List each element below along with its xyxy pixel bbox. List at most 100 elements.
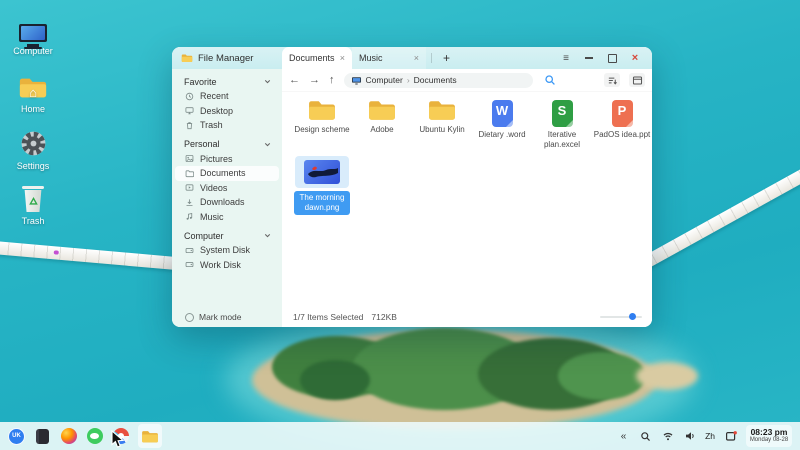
- wallpaper-bridge-left: [0, 240, 187, 271]
- sidebar-item-videos[interactable]: Videos: [172, 181, 282, 196]
- file-adobe[interactable]: Adobe: [352, 98, 412, 150]
- sidebar-item-desktop[interactable]: Desktop: [172, 104, 282, 119]
- file-dietary-word[interactable]: W Dietary .word: [472, 98, 532, 150]
- desktop-icon-label: Home: [2, 104, 64, 114]
- window-menu-icon[interactable]: ≡: [560, 52, 572, 64]
- system-tray: « Zh 08:23 pm Monday 08-28: [617, 425, 792, 447]
- music-icon: [185, 212, 194, 221]
- zoom-slider[interactable]: [600, 316, 642, 318]
- taskbar-messenger[interactable]: [86, 428, 103, 445]
- breadcrumb-root[interactable]: Computer: [366, 75, 403, 85]
- tab-close-icon[interactable]: ×: [340, 53, 345, 63]
- file-design-scheme[interactable]: Design scheme: [292, 98, 352, 150]
- up-button[interactable]: ↑: [329, 75, 335, 86]
- tray-search-button[interactable]: [639, 430, 652, 443]
- taskbar-browser[interactable]: [60, 428, 77, 445]
- maximize-icon[interactable]: [606, 52, 618, 64]
- sidebar-section-computer[interactable]: Computer: [172, 228, 282, 243]
- tray-volume-button[interactable]: [683, 430, 696, 443]
- chevron-down-icon[interactable]: [263, 140, 272, 149]
- ubuntu-kylin-logo-icon: UK: [8, 428, 25, 445]
- start-menu-button[interactable]: UK: [8, 428, 25, 445]
- desktop: Computer ⌂ Home Settings Trash File Mana…: [0, 0, 800, 450]
- ppt-file-icon: P: [612, 100, 633, 127]
- desktop-icon-trash[interactable]: Trash: [2, 182, 64, 226]
- trash-icon: [185, 121, 194, 130]
- sidebar-item-trash[interactable]: Trash: [172, 118, 282, 133]
- tab-divider: [431, 53, 432, 63]
- sidebar: Favorite Recent Desktop Trash Personal: [172, 69, 282, 327]
- folder-icon: [367, 98, 397, 122]
- tab-label: Music: [359, 53, 383, 63]
- sidebar-item-downloads[interactable]: Downloads: [172, 195, 282, 210]
- sort-icon: [607, 75, 618, 86]
- sidebar-item-recent[interactable]: Recent: [172, 89, 282, 104]
- tab-close-icon[interactable]: ×: [414, 53, 419, 63]
- settings-gear-icon: [20, 130, 47, 157]
- breadcrumb-separator: ›: [407, 75, 410, 85]
- clock-widget[interactable]: 08:23 pm Monday 08-28: [746, 425, 792, 447]
- sidebar-item-documents[interactable]: Documents: [175, 166, 279, 181]
- sidebar-section-favorite[interactable]: Favorite: [172, 74, 282, 89]
- new-tab-button[interactable]: +: [437, 51, 456, 65]
- tab-music[interactable]: Music ×: [352, 47, 426, 69]
- selected-thumbnail-highlight: [295, 156, 349, 188]
- tab-documents[interactable]: Documents ×: [282, 47, 352, 69]
- back-button[interactable]: ←: [289, 75, 300, 86]
- breadcrumb-current[interactable]: Documents: [414, 75, 457, 85]
- chevron-down-icon[interactable]: [263, 77, 272, 86]
- home-folder-icon: ⌂: [18, 75, 48, 100]
- tab-bar: Documents × Music × +: [282, 47, 456, 69]
- video-icon: [185, 183, 194, 192]
- minimize-icon[interactable]: [583, 52, 595, 64]
- file-grid: Design scheme Adobe Ubuntu Kylin W: [282, 92, 652, 307]
- search-button[interactable]: [544, 74, 556, 86]
- mark-mode-toggle[interactable]: Mark mode: [172, 307, 282, 327]
- file-pados-idea-ppt[interactable]: P PadOS idea.ppt: [592, 98, 652, 150]
- desktop-icon-computer[interactable]: Computer: [2, 12, 64, 56]
- sort-options-button[interactable]: [604, 73, 620, 87]
- file-manager-app-icon: [181, 53, 193, 63]
- word-file-icon: W: [492, 100, 513, 127]
- search-icon: [544, 74, 556, 86]
- computer-icon: [351, 76, 362, 85]
- forward-button[interactable]: →: [309, 75, 320, 86]
- desktop-icon-home[interactable]: ⌂ Home: [2, 70, 64, 114]
- sidebar-item-pictures[interactable]: Pictures: [172, 152, 282, 167]
- trash-icon: [22, 186, 44, 212]
- sidebar-item-system-disk[interactable]: System Disk: [172, 243, 282, 258]
- notification-icon: [725, 430, 737, 442]
- view-mode-button[interactable]: [629, 73, 645, 87]
- folder-icon: [141, 429, 159, 444]
- close-icon[interactable]: ×: [629, 52, 641, 64]
- image-thumbnail: [304, 160, 340, 184]
- folder-icon: [427, 98, 457, 122]
- browser-icon: [61, 428, 77, 444]
- tray-collapse-button[interactable]: «: [617, 430, 630, 443]
- sidebar-item-music[interactable]: Music: [172, 210, 282, 225]
- chat-icon: [87, 428, 103, 444]
- computer-icon: [19, 24, 47, 42]
- wallpaper-island-trees: [300, 360, 370, 400]
- file-iterative-plan-excel[interactable]: S Iterative plan.excel: [532, 98, 592, 150]
- desktop-icon-settings[interactable]: Settings: [2, 127, 64, 171]
- zoom-slider-thumb[interactable]: [629, 313, 636, 320]
- file-morning-dawn-selected[interactable]: The morning dawn.png: [292, 156, 352, 215]
- window-title: File Manager: [198, 53, 253, 64]
- sidebar-item-work-disk[interactable]: Work Disk: [172, 258, 282, 273]
- taskbar-app-store[interactable]: [34, 428, 51, 445]
- titlebar[interactable]: File Manager Documents × Music × + ≡ ×: [172, 47, 652, 69]
- window-title-area: File Manager: [172, 47, 282, 69]
- sidebar-section-personal[interactable]: Personal: [172, 137, 282, 152]
- chevron-down-icon[interactable]: [263, 231, 272, 240]
- toolbar: ← → ↑ Computer › Documents: [282, 69, 652, 92]
- file-ubuntu-kylin[interactable]: Ubuntu Kylin: [412, 98, 472, 150]
- clock-date: Monday 08-28: [750, 437, 788, 444]
- address-bar[interactable]: Computer › Documents: [344, 73, 533, 88]
- taskbar-file-manager-active[interactable]: [138, 424, 162, 448]
- tray-notification-button[interactable]: [724, 430, 737, 443]
- volume-icon: [684, 430, 696, 442]
- tray-wifi-button[interactable]: [661, 430, 674, 443]
- folder-icon: [307, 98, 337, 122]
- language-indicator[interactable]: Zh: [705, 431, 715, 441]
